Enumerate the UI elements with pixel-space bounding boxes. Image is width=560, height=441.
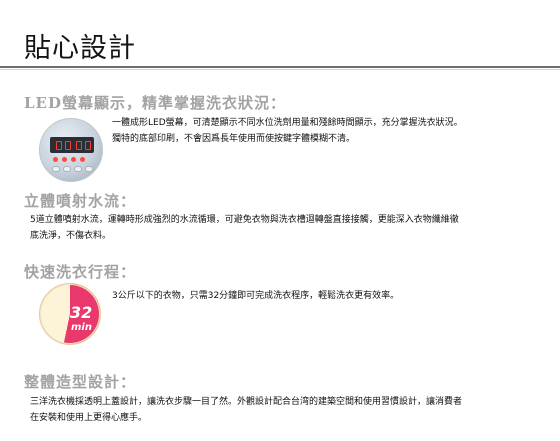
quick-wash-line-1: 3公斤以下的衣物，只需32分鐘即可完成洗衣程序，輕鬆洗衣更有效率。: [112, 291, 400, 301]
panel-button: [52, 166, 60, 172]
panel-button: [63, 166, 71, 172]
led-indicator: [71, 157, 76, 162]
page-title: 貼心設計: [24, 33, 136, 64]
section-heading-quick-wash: 快速洗衣行程：: [24, 263, 137, 281]
led-digit: [85, 141, 91, 150]
panel-button: [74, 166, 82, 172]
design-line-2: 在安裝和使用上更得心應手。: [30, 413, 148, 423]
led-line-2: 獨特的底部印刷，不會因爲長年使用而使按鍵字體模糊不清。: [112, 134, 356, 144]
led-line-1: 一體成形LED螢幕，可清楚顯示不同水位洗劑用量和殘餘時間顯示，充分掌握洗衣狀況。: [112, 118, 463, 128]
title-divider-shadow: [0, 69, 560, 70]
led-indicator: [80, 157, 85, 162]
led-digit: [56, 141, 62, 150]
section-heading-led-display: LED螢幕顯示，精準掌握洗衣狀況：: [24, 94, 286, 112]
dial-number: 32: [70, 303, 93, 322]
section-heading-water-jets: 立體噴射水流：: [24, 192, 137, 210]
dial-unit: min: [71, 322, 92, 333]
water-jets-line-2: 底洗淨，不傷衣料。: [30, 231, 112, 241]
water-jets-line-1: 5道立體噴射水流，運轉時形成強烈的水流循環，可避免衣物與洗衣槽迴轉盤直接接觸，更…: [30, 215, 459, 225]
led-digit: [76, 141, 82, 150]
led-digit: [65, 141, 71, 150]
led-indicator: [53, 157, 58, 162]
design-line-1: 三洋洗衣機採透明上蓋設計，讓洗衣步驟一目了然。外觀設計配合台湾的建築空間和使用習…: [30, 397, 463, 407]
led-indicator: [62, 157, 67, 162]
section-heading-overall-design: 整體造型設計：: [24, 373, 137, 391]
panel-button: [85, 166, 93, 172]
led-display-panel-icon: [39, 118, 103, 182]
led-screen: [50, 137, 94, 153]
title-divider: [0, 66, 560, 68]
